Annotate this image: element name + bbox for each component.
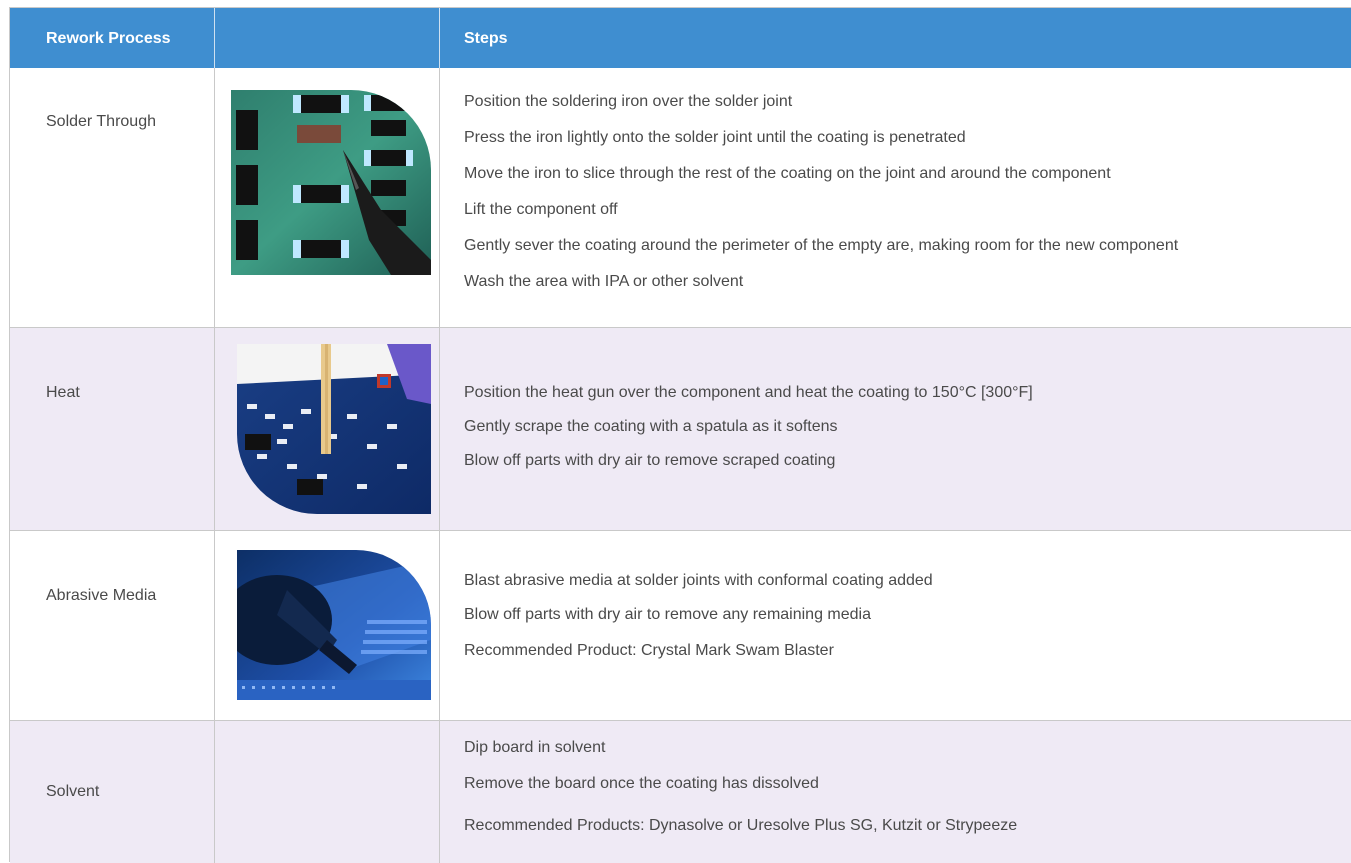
step-item: Gently scrape the coating with a spatula… xyxy=(464,418,838,435)
step-item: Blow off parts with dry air to remove sc… xyxy=(464,452,836,469)
step-item: Remove the board once the coating has di… xyxy=(464,775,819,792)
table-row: Solder Through Position the soldering ir… xyxy=(10,68,1351,328)
header-cell-process: Rework Process xyxy=(10,8,215,68)
step-item: Position the soldering iron over the sol… xyxy=(464,93,793,110)
recommended-products: Recommended Products: Dynasolve or Ureso… xyxy=(464,817,1018,834)
process-name: Solder Through xyxy=(46,113,156,130)
table-header: Rework Process Steps xyxy=(10,8,1351,68)
steps-list: Position the soldering iron over the sol… xyxy=(464,92,1178,308)
steps-cell: Position the soldering iron over the sol… xyxy=(440,68,1351,327)
image-cell xyxy=(215,721,440,863)
pcb-spatula-photo xyxy=(237,344,431,514)
step-item: Dip board in solvent xyxy=(464,739,606,756)
rework-process-table: Rework Process Steps Solder Through Posi… xyxy=(9,7,1351,863)
image-cell xyxy=(215,68,440,327)
table-row: Heat Position the heat gun over the comp… xyxy=(10,328,1351,531)
step-item: Press the iron lightly onto the solder j… xyxy=(464,129,966,146)
image-cell xyxy=(215,531,440,720)
table-row: Solvent Dip board in solvent Remove the … xyxy=(10,721,1351,863)
header-cell-steps: Steps xyxy=(440,8,1351,68)
image-cell xyxy=(215,328,440,530)
steps-cell: Blast abrasive media at solder joints wi… xyxy=(440,531,1351,720)
header-rework-process: Rework Process xyxy=(46,30,171,47)
process-cell: Solvent xyxy=(10,721,215,863)
steps-list: Blast abrasive media at solder joints wi… xyxy=(464,571,933,675)
step-item: Blow off parts with dry air to remove an… xyxy=(464,606,871,623)
steps-cell: Position the heat gun over the component… xyxy=(440,328,1351,530)
pcb-soldering-iron-photo xyxy=(231,90,431,275)
step-item: Move the iron to slice through the rest … xyxy=(464,165,1111,182)
process-name: Heat xyxy=(46,384,80,401)
process-cell: Heat xyxy=(10,328,215,530)
header-steps: Steps xyxy=(464,30,508,47)
process-cell: Abrasive Media xyxy=(10,531,215,720)
steps-list: Dip board in solvent Remove the board on… xyxy=(464,738,1017,852)
process-name: Solvent xyxy=(46,783,100,800)
abrasive-blaster-photo xyxy=(237,550,431,700)
table-row: Abrasive Media Blast abrasive media at s… xyxy=(10,531,1351,721)
process-name: Abrasive Media xyxy=(46,587,157,604)
step-item: Lift the component off xyxy=(464,201,618,218)
process-cell: Solder Through xyxy=(10,68,215,327)
header-cell-image xyxy=(215,8,440,68)
steps-list: Position the heat gun over the component… xyxy=(464,383,1033,485)
recommended-product: Recommended Product: Crystal Mark Swam B… xyxy=(464,642,834,659)
step-item: Position the heat gun over the component… xyxy=(464,384,1033,401)
steps-cell: Dip board in solvent Remove the board on… xyxy=(440,721,1351,863)
step-item: Blast abrasive media at solder joints wi… xyxy=(464,572,933,589)
step-item: Gently sever the coating around the peri… xyxy=(464,237,1179,254)
step-item: Wash the area with IPA or other solvent xyxy=(464,273,744,290)
